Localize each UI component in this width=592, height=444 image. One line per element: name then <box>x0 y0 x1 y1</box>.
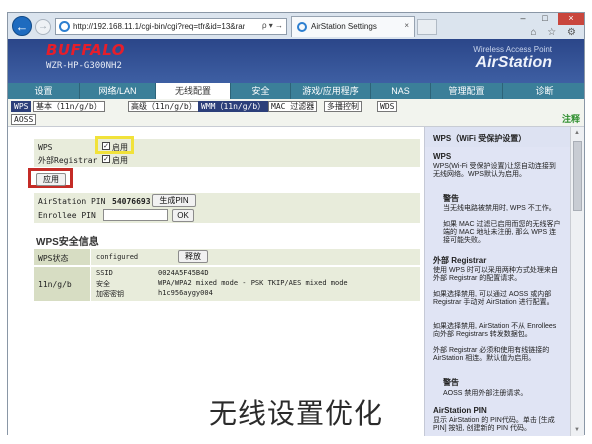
router-header: BUFFALO WZR-HP-G300NH2 Wireless Access P… <box>8 39 584 83</box>
encryption-key-value: h1c956aygy004 <box>158 289 213 297</box>
address-controls[interactable]: ρ ▾ → <box>262 21 283 30</box>
close-window-button[interactable]: × <box>558 13 584 25</box>
brand-subtitle: Wireless Access Point <box>473 45 552 54</box>
external-registrar-enable-label: 启用 <box>112 156 128 165</box>
address-bar[interactable]: http://192.168.11.1/cgi-bin/cgi?req=tfr&… <box>55 18 287 35</box>
security-label: 安全 <box>96 280 110 288</box>
subtab-wds[interactable]: WDS <box>377 101 398 112</box>
help-header-text: WPS（WiFi 受保护设置） <box>433 134 527 143</box>
ssid-label: SSID <box>96 269 113 277</box>
nav-admin[interactable]: 管理配置 <box>431 83 503 99</box>
subtab-wps[interactable]: WPS <box>11 101 32 112</box>
minimize-button[interactable]: – <box>512 13 534 25</box>
help-registrar-title: 外部 Registrar <box>433 256 487 265</box>
help-warning-2-title: 警告 <box>443 378 459 387</box>
enrollee-pin-label: Enrollee PIN <box>38 211 96 220</box>
help-registrar-text-3: 如果选择禁用, AirStation 不从 Enrollees 向外部 Regi… <box>433 323 557 338</box>
external-registrar-label: 外部Registrar <box>38 156 98 165</box>
help-header: WPS（WiFi 受保护设置） <box>425 127 570 147</box>
model-name: WZR-HP-G300NH2 <box>46 61 122 71</box>
caption-overlay: 无线设置优化 <box>208 397 383 430</box>
wps-info-title: WPS安全信息 <box>36 237 99 248</box>
forward-button[interactable]: → <box>35 19 51 35</box>
help-wps-title: WPS <box>433 152 452 161</box>
help-warning-1: 当无线电路被禁用时, WPS 不工作。 <box>443 205 556 212</box>
external-registrar-checkbox[interactable]: ✓ <box>102 155 110 163</box>
nav-wireless[interactable]: 无线配置 <box>156 83 231 99</box>
wps-state-value: configured <box>96 253 139 261</box>
nav-nas[interactable]: NAS <box>371 83 431 99</box>
wps-enable-label: 启用 <box>112 143 128 152</box>
nav-diagnostics[interactable]: 诊断 <box>503 83 584 99</box>
subtab-multicast[interactable]: 多播控制 <box>324 101 362 112</box>
tab-title: AirStation Settings <box>311 22 377 31</box>
main-nav: 设置 网络/LAN 无线配置 安全 游戏/应用程序 NAS 管理配置 诊断 <box>8 83 584 99</box>
back-button[interactable]: ← <box>12 16 32 36</box>
nav-security[interactable]: 安全 <box>231 83 291 99</box>
subtab-mac-filter[interactable]: MAC 过滤器 <box>268 101 318 112</box>
maximize-button[interactable]: □ <box>534 13 556 25</box>
sub-nav: WPS 基本（11n/g/b） 高级（11n/g/b） WMM（11n/g/b）… <box>8 99 584 127</box>
encryption-key-label: 加密密钥 <box>96 290 124 298</box>
new-tab-button[interactable] <box>417 19 437 35</box>
tab-close-icon[interactable]: × <box>404 21 409 30</box>
help-scrollbar[interactable]: ▲ ▼ <box>570 127 584 436</box>
browser-toolbar: ← → http://192.168.11.1/cgi-bin/cgi?req=… <box>8 13 584 39</box>
help-panel: WPS（WiFi 受保护设置） WPS WPS(Wi-Fi 受保护设置)让您自动… <box>424 127 570 436</box>
help-wps-text: WPS(Wi-Fi 受保护设置)让您自动连接到无线网络。WPS默认为启用。 <box>433 163 556 178</box>
ie-icon <box>59 21 70 32</box>
apply-button[interactable]: 应用 <box>36 173 66 186</box>
nav-games-apps[interactable]: 游戏/应用程序 <box>291 83 371 99</box>
enrollee-ok-button[interactable]: OK <box>172 209 194 222</box>
help-warning-2: 如果 MAC 过滤已启用而您的无线客户端的 MAC 地址未注册, 那么 WPS … <box>443 221 561 244</box>
enrollee-pin-input[interactable] <box>103 209 168 221</box>
wps-state-label: WPS状态 <box>38 254 69 263</box>
buffalo-logo: BUFFALO <box>46 41 126 59</box>
airstation-pin-label: AirStation PIN <box>38 197 106 206</box>
airstation-brand: AirStation <box>475 54 552 71</box>
ssid-value: 0024A5F45B4D <box>158 269 209 277</box>
tab-airstation-settings[interactable]: AirStation Settings × <box>291 16 415 37</box>
wps-enable-checkbox[interactable]: ✓ <box>102 142 110 150</box>
browser-window: ← → http://192.168.11.1/cgi-bin/cgi?req=… <box>7 12 585 436</box>
router-page: BUFFALO WZR-HP-G300NH2 Wireless Access P… <box>8 39 584 436</box>
help-warning-title: 警告 <box>443 194 459 203</box>
wps-state-value-cell <box>91 249 420 265</box>
help-registrar-text: 使用 WPS 时可以采用两种方式处理来自外部 Registrar 的配置请求。 <box>433 267 558 282</box>
tab-favicon-icon <box>297 22 307 32</box>
scroll-thumb[interactable] <box>573 141 582 211</box>
nav-lan[interactable]: 网络/LAN <box>80 83 156 99</box>
help-registrar-text-2: 如果选择禁用, 可以通过 AOSS 或内部 Registrar 手动对 AirS… <box>433 291 554 306</box>
generate-pin-button[interactable]: 生成PIN <box>152 194 196 207</box>
help-registrar-text-4: 外部 Registrar 必须和使用有线链接的 AirStation 相连。默认… <box>433 347 550 362</box>
band-label: 11n/g/b <box>38 280 72 289</box>
toolbar-icons[interactable]: ⌂ ☆ ⚙ <box>530 27 580 38</box>
subtab-wmm[interactable]: WMM（11n/g/b） <box>198 101 269 112</box>
subtab-basic[interactable]: 基本（11n/g/b） <box>33 101 105 112</box>
subtab-advanced[interactable]: 高级（11n/g/b） <box>128 101 200 112</box>
security-value: WPA/WPA2 mixed mode - PSK TKIP/AES mixed… <box>158 279 348 287</box>
wps-form: WPS 外部Registrar ✓ 启用 ✓ 启用 应用 AirStation … <box>8 127 424 436</box>
wps-label: WPS <box>38 143 53 152</box>
address-url[interactable]: http://192.168.11.1/cgi-bin/cgi?req=tfr&… <box>73 22 245 31</box>
notes-label: 注释 <box>561 114 580 124</box>
airstation-pin-value: 54076693 <box>112 197 151 206</box>
scroll-up-icon[interactable]: ▲ <box>574 130 580 136</box>
nav-setup[interactable]: 设置 <box>8 83 80 99</box>
subtab-aoss[interactable]: AOSS <box>11 114 37 125</box>
release-button[interactable]: 释放 <box>178 250 208 263</box>
